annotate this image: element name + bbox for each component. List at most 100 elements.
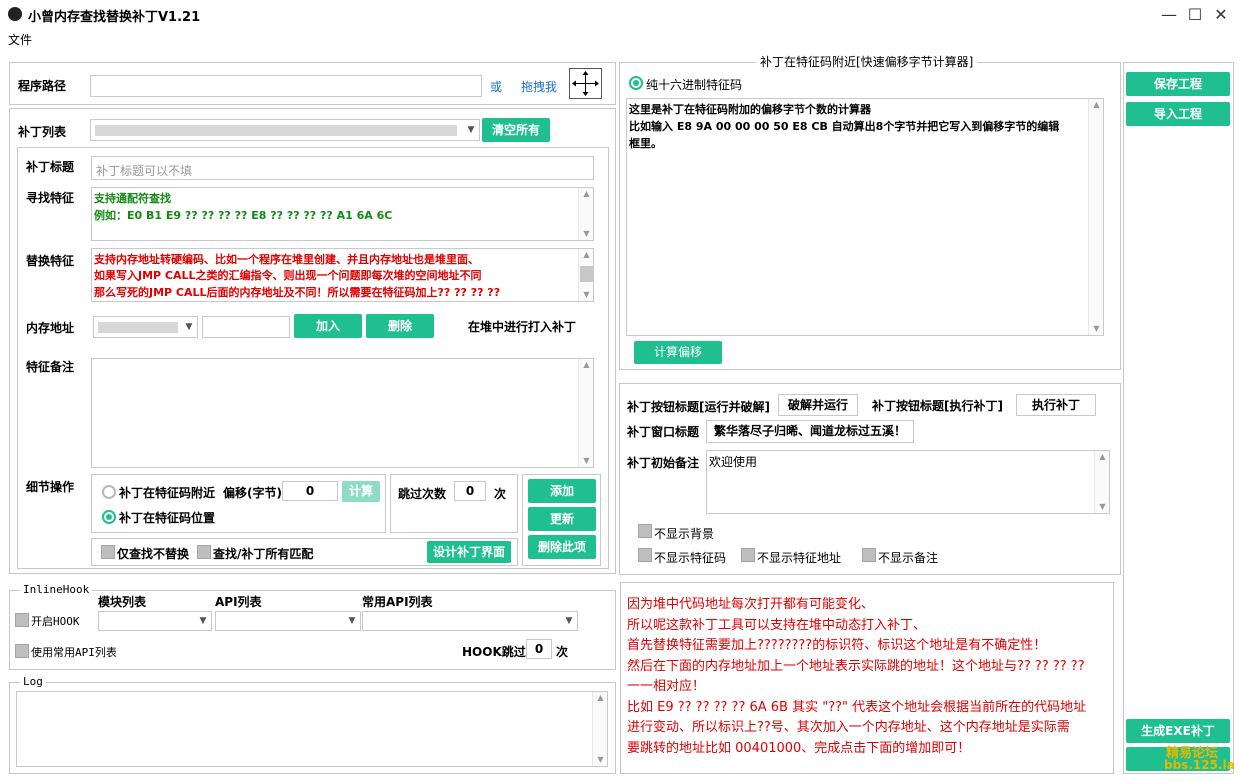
match-options-group: 仅查找不替换 查找/补丁所有匹配 设计补丁界面	[91, 538, 518, 566]
skip-label: 跳过次数	[398, 487, 447, 501]
log-textarea[interactable]: ▲ ▼	[16, 691, 608, 767]
find-feature-scrollbar[interactable]: ▲ ▼	[578, 188, 593, 240]
offset-calculator-group: 补丁在特征码附近[快速偏移字节计算器] 纯十六进制特征码 这里是补丁在特征码附加…	[619, 53, 1121, 370]
heap-patch-text: 在堆中进行打入补丁	[468, 320, 577, 334]
hex-feature-radio[interactable]	[629, 76, 643, 90]
hide-background-checkbox[interactable]	[638, 524, 652, 538]
window-title: 小曾内存查找替换补丁V1.21	[28, 10, 201, 25]
feature-note-scrollbar[interactable]: ▲ ▼	[578, 359, 593, 467]
hook-skip-label: HOOK跳过	[462, 645, 526, 659]
only-find-checkbox[interactable]	[101, 545, 115, 559]
use-common-api-checkbox[interactable]	[15, 644, 29, 658]
find-feature-textarea[interactable]: 支持通配符查找 例如：E0 B1 E9 ?? ?? ?? ?? E8 ?? ??…	[91, 187, 594, 241]
path-label: 程序路径	[18, 79, 67, 93]
drag-link[interactable]: 拖拽我	[521, 78, 557, 95]
offset-input[interactable]: 0	[282, 481, 338, 501]
enable-hook-checkbox[interactable]	[15, 613, 29, 627]
window-title-input[interactable]: 繁华落尽子归晞、闻道龙标过五溪！	[706, 420, 914, 443]
memory-address-input[interactable]	[202, 316, 290, 338]
combo-value	[98, 322, 178, 333]
log-scrollbar[interactable]: ▲ ▼	[592, 692, 607, 766]
info-line-2: 所以呢这款补丁工具可以支持在堆中动态打入补丁、	[627, 617, 927, 633]
info-line-3: 首先替换特征需要加上????????的标识符、标识这个地址是有不确定性！	[627, 638, 1047, 653]
add-address-button[interactable]: 加入	[294, 314, 362, 338]
detail-ops-label: 细节操作	[26, 480, 75, 494]
enable-hook-label: 开启HOOK	[31, 615, 80, 628]
near-feature-label: 补丁在特征码附近	[119, 486, 216, 500]
chevron-down-icon: ▼	[199, 616, 207, 626]
api-list-combo[interactable]: ▼	[215, 611, 361, 631]
add-patch-button[interactable]: 添加	[528, 479, 596, 503]
memory-address-combo[interactable]: ▼	[93, 316, 198, 338]
delete-address-button[interactable]: 删除	[366, 314, 434, 338]
initial-note-textarea[interactable]: 欢迎使用 ▲ ▼	[706, 450, 1110, 514]
calculator-legend: 补丁在特征码附近[快速偏移字节计算器]	[756, 53, 978, 70]
import-project-button[interactable]: 导入工程	[1126, 102, 1230, 126]
clear-all-button[interactable]: 清空所有	[482, 118, 550, 142]
at-feature-radio[interactable]	[102, 510, 116, 524]
info-panel: 因为堆中代码地址每次打开都有可能变化、 所以呢这款补丁工具可以支持在堆中动态打入…	[620, 582, 1114, 774]
calc-button[interactable]: 计算	[342, 481, 380, 502]
combo-value	[95, 125, 457, 136]
replace-feature-scrollbar[interactable]: ▲ ▼	[578, 249, 593, 301]
info-line-1: 因为堆中代码地址每次打开都有可能变化、	[627, 597, 875, 612]
save-project-button[interactable]: 保存工程	[1126, 72, 1230, 96]
skip-input[interactable]: 0	[454, 481, 486, 501]
generate-exe-button[interactable]: 生成EXE补丁	[1126, 719, 1230, 743]
find-all-checkbox[interactable]	[197, 545, 211, 559]
initial-note-scrollbar[interactable]: ▲ ▼	[1094, 451, 1109, 513]
hide-note-checkbox[interactable]	[862, 548, 876, 562]
right-column: 保存工程 导入工程 生成EXE补丁	[1123, 62, 1234, 774]
calculator-line-1: 这里是补丁在特征码附加的偏移字节个数的计算器	[629, 103, 871, 116]
calculator-scrollbar[interactable]: ▲ ▼	[1088, 99, 1103, 335]
near-feature-radio[interactable]	[102, 485, 116, 499]
find-all-label: 查找/补丁所有匹配	[213, 547, 314, 561]
feature-note-textarea[interactable]: ▲ ▼	[91, 358, 594, 468]
hide-feature-checkbox[interactable]	[638, 548, 652, 562]
hide-note-label: 不显示备注	[878, 551, 939, 565]
inline-hook-legend: InlineHook	[20, 583, 93, 596]
calculator-textarea[interactable]: 这里是补丁在特征码附加的偏移字节个数的计算器 比如输入 E8 9A 00 00 …	[626, 98, 1104, 336]
use-common-api-label: 使用常用API列表	[31, 646, 117, 659]
window-title-label: 补丁窗口标题	[627, 425, 700, 439]
exec-button-title-label: 补丁按钮标题[执行补丁]	[872, 399, 1003, 413]
inline-hook-group: InlineHook 开启HOOK 模块列表 ▼ API列表 ▼ 常用API列表…	[9, 583, 616, 670]
skip-unit: 次	[494, 487, 507, 501]
hide-address-checkbox[interactable]	[741, 548, 755, 562]
feature-note-label: 特征备注	[26, 360, 75, 374]
replace-feature-line-3: 那么写死的JMP CALL后面的内存地址及不同！所以需要在特征码加上?? ?? …	[94, 286, 501, 299]
skip-group: 跳过次数 0 次	[390, 474, 518, 533]
path-input[interactable]	[90, 75, 482, 97]
exec-button-title-input[interactable]: 执行补丁	[1016, 394, 1096, 416]
update-patch-button[interactable]: 更新	[528, 507, 596, 531]
chevron-down-icon: ▼	[467, 125, 475, 135]
info-line-4: 然后在下面的内存地址加上一个地址表示实际跳的地址！这个地址与?? ?? ?? ?…	[627, 658, 1085, 674]
initial-note-text: 欢迎使用	[709, 455, 758, 469]
or-link: 或	[490, 80, 503, 94]
chevron-down-icon: ▼	[565, 616, 573, 626]
hook-skip-unit: 次	[556, 645, 569, 659]
patch-title-input[interactable]: 补丁标题可以不填	[91, 156, 594, 180]
info-line-7: 进行变动、所以标识上??号、其次加入一个内存地址、这个内存地址是实际需	[627, 720, 1070, 735]
minimize-icon[interactable]: —	[1158, 4, 1180, 26]
common-api-list-combo[interactable]: ▼	[362, 611, 578, 631]
common-api-list-label: 常用API列表	[362, 595, 433, 609]
title-bar: 小曾内存查找替换补丁V1.21 — ☐ ✕	[0, 0, 1238, 30]
replace-feature-textarea[interactable]: 支持内存地址转硬编码、比如一个程序在堆里创建、并且内存地址也是堆里面、 如果写入…	[91, 248, 594, 302]
maximize-icon[interactable]: ☐	[1184, 4, 1206, 26]
info-line-5: 一一相对应！	[627, 679, 706, 694]
hook-skip-input[interactable]: 0	[526, 639, 552, 659]
menu-file[interactable]: 文件	[8, 31, 32, 48]
patch-list-combo[interactable]: ▼	[90, 119, 480, 141]
path-panel: 程序路径 或 拖拽我	[9, 62, 616, 105]
api-list-label: API列表	[215, 595, 262, 609]
info-line-8: 要跳转的地址比如 00401000、完成点击下面的增加即可！	[627, 740, 971, 756]
crosshair-drag-icon[interactable]	[569, 68, 602, 99]
run-button-title-input[interactable]: 破解并运行	[778, 394, 858, 416]
patch-panel: 补丁列表 ▼ 清空所有 补丁标题 补丁标题可以不填 寻找特征 支持通配符查找 例…	[9, 108, 616, 574]
close-icon[interactable]: ✕	[1210, 4, 1232, 26]
module-list-combo[interactable]: ▼	[98, 611, 212, 631]
delete-patch-button[interactable]: 删除此项	[528, 535, 596, 559]
calc-offset-button[interactable]: 计算偏移	[634, 341, 722, 364]
design-ui-button[interactable]: 设计补丁界面	[427, 541, 511, 563]
